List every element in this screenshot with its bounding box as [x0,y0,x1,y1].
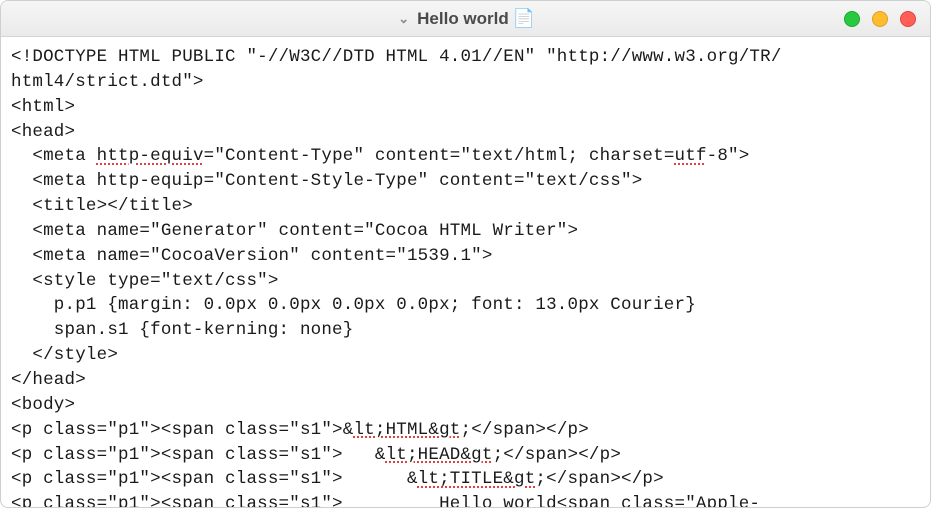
code-line: <head> [11,122,75,142]
code-line: ;</span></p> [493,445,621,465]
code-line: <p class="p1"><span class="s1"> Hello wo… [11,494,760,507]
code-line: span.s1 {font-kerning: none} [11,320,353,340]
code-line: <body> [11,395,75,415]
code-line: <!DOCTYPE HTML PUBLIC "-//W3C//DTD HTML … [11,47,782,67]
spell-error: utf [675,146,707,166]
document-icon[interactable]: 📄 [515,9,533,29]
code-line: <title></title> [11,196,193,216]
code-line: html4/strict.dtd"> [11,72,204,92]
code-line: p.p1 {margin: 0.0px 0.0px 0.0px 0.0px; f… [11,295,696,315]
chevron-down-icon[interactable]: ⌄ [398,11,409,27]
code-line: <html> [11,97,75,117]
spell-error: lt;HEAD&gt [386,445,493,465]
spell-error: lt;HTML&gt [353,420,460,440]
text-editor-content[interactable]: <!DOCTYPE HTML PUBLIC "-//W3C//DTD HTML … [1,37,930,507]
code-line: <p class="p1"><span class="s1">& [11,420,353,440]
code-line: ="Content-Type" content="text/html; char… [204,146,675,166]
code-line: <style type="text/css"> [11,271,279,291]
code-line: <meta [11,146,97,166]
code-line: </head> [11,370,86,390]
code-line: -8"> [707,146,750,166]
code-line: <meta http-equip="Content-Style-Type" co… [11,171,642,191]
code-line: ;</span></p> [535,469,663,489]
zoom-button[interactable] [844,11,860,27]
code-line: <p class="p1"><span class="s1"> & [11,469,418,489]
window-title: Hello world [417,9,509,29]
code-line: <meta name="CocoaVersion" content="1539.… [11,246,493,266]
code-line: <meta name="Generator" content="Cocoa HT… [11,221,578,241]
code-line: </style> [11,345,118,365]
code-line: ;</span></p> [461,420,589,440]
spell-error: http-equiv [97,146,204,166]
minimize-button[interactable] [872,11,888,27]
title-wrap: ⌄ Hello world 📄 [398,9,533,29]
code-line: <p class="p1"><span class="s1"> & [11,445,386,465]
titlebar[interactable]: ⌄ Hello world 📄 [1,1,930,37]
traffic-lights [844,11,916,27]
close-button[interactable] [900,11,916,27]
spell-error: lt;TITLE&gt [418,469,536,489]
editor-window: ⌄ Hello world 📄 <!DOCTYPE HTML PUBLIC "-… [0,0,931,508]
